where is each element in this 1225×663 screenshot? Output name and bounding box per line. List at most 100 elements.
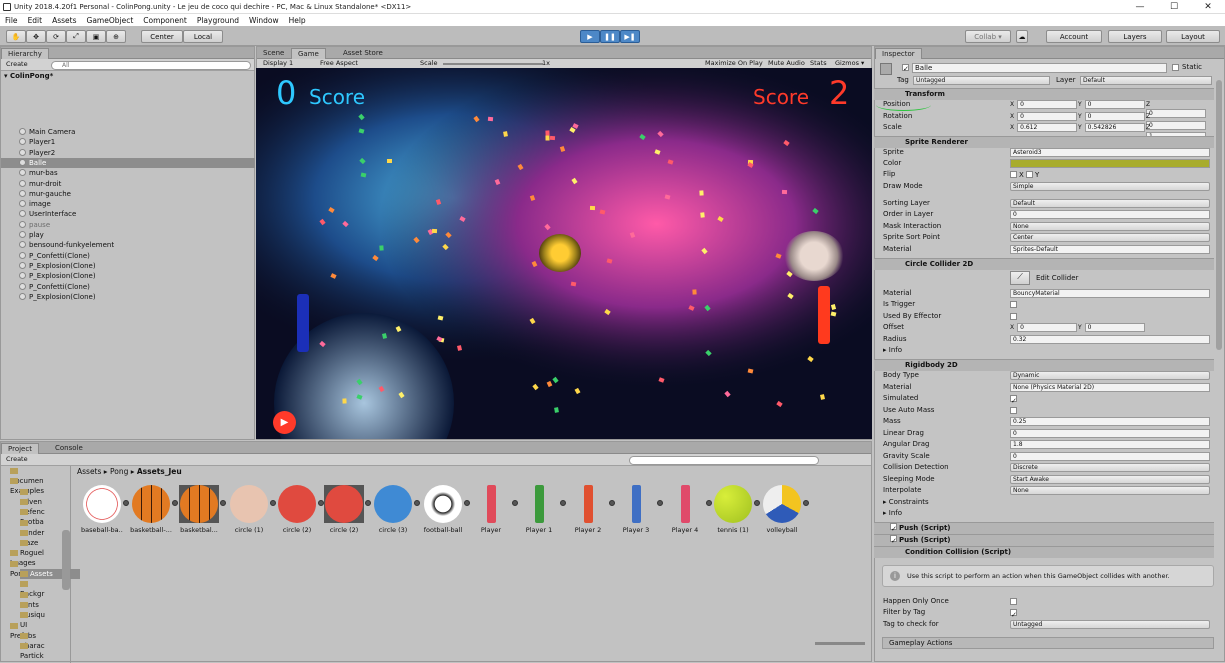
radius-field[interactable]: 0.32 bbox=[1010, 335, 1210, 344]
tab-inspector[interactable]: Inspector bbox=[875, 48, 922, 59]
rigidbody-checkbox[interactable] bbox=[1010, 406, 1017, 414]
menu-playground[interactable]: Playground bbox=[197, 16, 239, 25]
move-tool-icon[interactable]: ✥ bbox=[26, 30, 46, 43]
breadcrumb-assets[interactable]: Assets bbox=[77, 467, 101, 476]
project-tree-item[interactable]: Adven bbox=[20, 487, 42, 506]
asset-item[interactable]: tennis (1) bbox=[712, 485, 760, 534]
effector-checkbox[interactable] bbox=[1010, 313, 1017, 320]
project-tree-item[interactable]: Partick bbox=[20, 641, 44, 660]
hierarchy-item[interactable]: Player2 bbox=[19, 148, 249, 158]
collider-info-row[interactable]: ▸ Info bbox=[883, 345, 1213, 356]
hierarchy-search-input[interactable]: All bbox=[51, 61, 251, 70]
asset-item[interactable]: circle (2) bbox=[323, 485, 371, 534]
pause-button-icon[interactable]: ❚❚ bbox=[600, 30, 620, 43]
project-tree-item[interactable]: UI bbox=[20, 610, 30, 629]
condition-header[interactable]: Condition Collision (Script) bbox=[874, 546, 1214, 558]
asset-item[interactable]: volleyball bbox=[761, 485, 809, 534]
collab-button[interactable]: Collab ▾ bbox=[965, 30, 1011, 43]
scale-tool-icon[interactable]: ⤢ bbox=[66, 30, 86, 43]
game-view[interactable]: 0 Score Score 2 ▶ bbox=[256, 68, 872, 439]
menu-help[interactable]: Help bbox=[289, 16, 306, 25]
tab-hierarchy[interactable]: Hierarchy bbox=[1, 48, 49, 59]
rigidbody-value[interactable]: None (Physics Material 2D) bbox=[1010, 382, 1210, 392]
collider-material-field[interactable]: BouncyMaterial bbox=[1010, 289, 1210, 298]
pivot-local-toggle[interactable]: Local bbox=[183, 30, 223, 43]
asset-item[interactable]: Player bbox=[470, 485, 518, 534]
push-script-header-1[interactable]: ✓ Push (Script) bbox=[874, 522, 1214, 534]
rigidbody-value[interactable]: Discrete bbox=[1010, 463, 1210, 472]
hierarchy-item[interactable]: mur-gauche bbox=[19, 189, 249, 199]
flip-x-checkbox[interactable] bbox=[1010, 171, 1017, 178]
project-tree-item[interactable]: Pong bbox=[10, 559, 27, 578]
draw-mode-dropdown[interactable]: Simple bbox=[1010, 182, 1210, 191]
tag-dropdown[interactable]: Untagged bbox=[913, 76, 1050, 85]
mute-audio-toggle[interactable]: Mute Audio bbox=[765, 59, 808, 68]
hierarchy-item[interactable]: P_Explosion(Clone) bbox=[19, 271, 249, 281]
rigidbody-info-row[interactable]: ▸ Info bbox=[883, 508, 1213, 519]
sorting-layer-dropdown[interactable]: Default bbox=[1010, 199, 1210, 208]
static-checkbox[interactable] bbox=[1172, 64, 1179, 71]
asset-item[interactable]: Player 4 bbox=[664, 485, 712, 534]
project-tree-item[interactable]: Backgr bbox=[20, 579, 44, 598]
hierarchy-item[interactable]: mur-droit bbox=[19, 179, 249, 189]
sort-point-dropdown[interactable]: Center bbox=[1010, 233, 1210, 242]
gameplay-actions-header[interactable]: Gameplay Actions bbox=[882, 637, 1214, 649]
offset-y-field[interactable]: 0 bbox=[1084, 323, 1145, 332]
step-button-icon[interactable]: ▶❚ bbox=[620, 30, 640, 43]
scale-slider[interactable] bbox=[443, 63, 543, 65]
tree-scrollbar[interactable] bbox=[62, 530, 70, 590]
menu-file[interactable]: File bbox=[5, 16, 18, 25]
rigidbody-value[interactable]: Start Awake bbox=[1010, 474, 1210, 484]
transform-tool-icon[interactable]: ⊕ bbox=[106, 30, 126, 43]
expand-icon[interactable] bbox=[220, 500, 226, 506]
hierarchy-item[interactable]: P_Confetti(Clone) bbox=[19, 282, 249, 292]
maximize-button[interactable]: ☐ bbox=[1157, 2, 1191, 12]
asset-item[interactable]: baseball-ba... bbox=[81, 485, 129, 534]
asset-item[interactable]: football-ball bbox=[422, 485, 470, 534]
pivot-center-toggle[interactable]: Center bbox=[141, 30, 183, 43]
menu-window[interactable]: Window bbox=[249, 16, 279, 25]
transform-y-field[interactable]: 0 bbox=[1084, 111, 1145, 121]
push-1-checkbox[interactable]: ✓ bbox=[890, 523, 897, 533]
sprite-material-field[interactable]: Sprites-Default bbox=[1010, 245, 1210, 254]
rect-tool-icon[interactable]: ▣ bbox=[86, 30, 106, 43]
push-script-header-2[interactable]: ✓ Push (Script) bbox=[874, 534, 1214, 546]
rigidbody-value[interactable]: 0.25 bbox=[1010, 417, 1210, 426]
inspector-scrollbar[interactable] bbox=[1216, 80, 1222, 350]
expand-icon[interactable] bbox=[560, 500, 566, 506]
tab-console[interactable]: Console bbox=[49, 443, 89, 454]
hierarchy-item[interactable]: P_Explosion(Clone) bbox=[19, 261, 249, 271]
rigidbody-checkbox[interactable]: ✓ bbox=[1010, 395, 1017, 405]
project-tree-item[interactable]: Defenc bbox=[20, 497, 45, 516]
collider-header[interactable]: Circle Collider 2D bbox=[874, 258, 1214, 270]
hierarchy-item[interactable]: P_Confetti(Clone) bbox=[19, 251, 249, 261]
project-tree-item[interactable]: Musiqu bbox=[20, 600, 45, 619]
hierarchy-item[interactable]: bensound-funkyelement bbox=[19, 240, 249, 250]
account-dropdown[interactable]: Account bbox=[1046, 30, 1102, 43]
transform-y-field[interactable]: 0.542826 bbox=[1084, 123, 1145, 132]
layer-dropdown[interactable]: Default bbox=[1080, 76, 1212, 85]
layers-dropdown[interactable]: Layers bbox=[1108, 30, 1162, 43]
menu-edit[interactable]: Edit bbox=[28, 16, 43, 25]
push-2-checkbox[interactable]: ✓ bbox=[890, 535, 897, 545]
transform-x-field[interactable]: 0 bbox=[1017, 111, 1078, 121]
project-tree-item[interactable]: Prefabs bbox=[10, 621, 36, 640]
display-dropdown[interactable]: Display 1 bbox=[260, 59, 296, 68]
project-tree-item[interactable]: Fonts bbox=[20, 590, 39, 609]
aspect-dropdown[interactable]: Free Aspect bbox=[317, 59, 361, 68]
gizmos-dropdown[interactable]: Gizmos ▾ bbox=[832, 59, 867, 68]
transform-y-field[interactable]: 0 bbox=[1084, 100, 1145, 109]
project-tree-item[interactable]: Maze bbox=[20, 528, 38, 547]
sprite-field[interactable]: Asteroid3 bbox=[1010, 148, 1210, 157]
hand-tool-icon[interactable]: ✋ bbox=[6, 30, 26, 43]
maximize-on-play-toggle[interactable]: Maximize On Play bbox=[702, 59, 766, 68]
project-tree-item[interactable]: Assets bbox=[20, 569, 80, 579]
menu-component[interactable]: Component bbox=[143, 16, 187, 25]
edit-collider-icon[interactable]: ⟋ bbox=[1010, 271, 1030, 285]
flip-y-checkbox[interactable] bbox=[1026, 171, 1034, 178]
filter-tag-checkbox[interactable]: ✓ bbox=[1010, 609, 1017, 619]
expand-icon[interactable] bbox=[803, 500, 809, 506]
hierarchy-item[interactable]: image bbox=[19, 199, 249, 209]
rigidbody-value[interactable]: 0 bbox=[1010, 451, 1210, 461]
happen-once-checkbox[interactable] bbox=[1010, 598, 1017, 605]
